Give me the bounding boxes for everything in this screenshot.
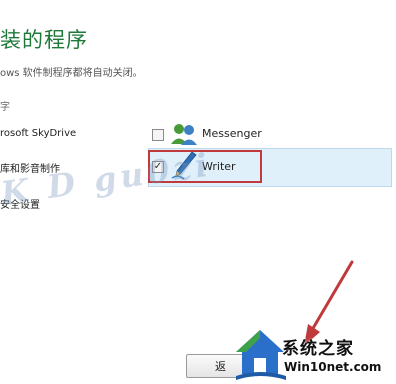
page-title: 装的程序: [0, 28, 88, 52]
messenger-checkbox[interactable]: [152, 129, 164, 141]
back-button-label: 返: [215, 360, 226, 373]
messenger-icon: [170, 122, 198, 150]
page-subtitle: ows 软件制程序都将自动关闭。: [0, 68, 143, 79]
section-label: 字: [0, 102, 10, 113]
left-item-skydrive: rosoft SkyDrive: [0, 128, 77, 139]
messenger-label: Messenger: [202, 127, 262, 140]
watermark: K D gu0zi: [0, 145, 214, 213]
logo-chinese-text: 系统之家: [282, 339, 354, 359]
site-logo: 系统之家 Win10net.com: [232, 326, 396, 384]
logo-domain-text: Win10net.com: [284, 360, 382, 374]
house-logo-icon: [236, 330, 286, 380]
